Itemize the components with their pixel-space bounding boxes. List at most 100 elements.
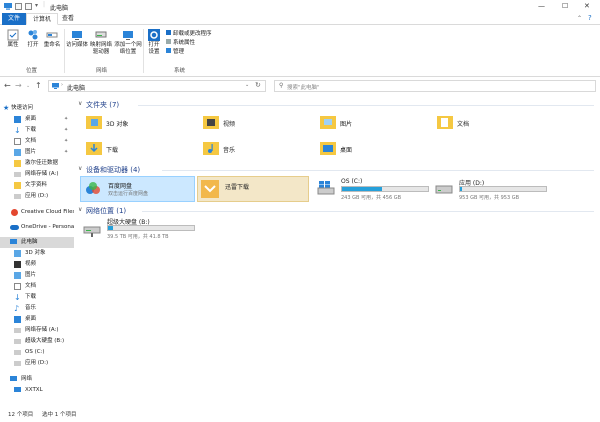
sidebar-item-onedrive[interactable]: OneDrive - Personal — [0, 222, 74, 233]
document-icon — [14, 283, 21, 290]
folder-videos[interactable]: 视频 — [203, 113, 303, 137]
address-dropdown-icon[interactable]: ⌄ — [245, 82, 249, 88]
pin-icon: ✦ — [64, 116, 69, 122]
add-network-location-button[interactable]: 添加一个网络位置 — [114, 29, 142, 56]
sidebar-label: 下载 — [25, 127, 37, 133]
up-icon[interactable]: ↑ — [35, 81, 42, 90]
sidebar-label: 图片 — [25, 149, 37, 155]
sidebar-item-3d-objects[interactable]: 3D 对象 — [0, 248, 74, 259]
sidebar-label: 网络存储 (A:) — [25, 171, 59, 177]
sidebar-item-data-folder[interactable]: 激尔佳迁数据 — [0, 158, 74, 169]
sidebar-item-quick-access[interactable]: ★ 快速访问 — [0, 103, 74, 114]
app-xunlei-download[interactable]: 迅雷下载 — [197, 176, 309, 202]
tab-view[interactable]: 查看 — [56, 13, 80, 25]
collapse-icon[interactable]: ∨ — [78, 206, 82, 213]
access-media-button[interactable]: 访问媒体 — [66, 29, 88, 49]
folder-downloads[interactable]: 下载 — [86, 139, 186, 163]
drive-os-c[interactable]: OS (C:) 243 GB 可用，共 456 GB — [314, 176, 432, 202]
sidebar-item-documents[interactable]: 文档 ✦ — [0, 136, 74, 147]
drive-usage-bar — [459, 186, 547, 192]
map-network-drive-button[interactable]: 映射网络驱动器 — [88, 29, 114, 56]
access-media-label: 访问媒体 — [66, 42, 89, 48]
sidebar-item-network[interactable]: 网络 — [0, 374, 74, 385]
uninstall-program-item[interactable]: 卸载或更改程序 — [166, 30, 212, 39]
pin-icon: ✦ — [64, 127, 69, 133]
tab-file[interactable]: 文件 — [2, 13, 27, 25]
settings-gear-icon — [148, 29, 160, 41]
properties-quick-icon[interactable] — [15, 3, 22, 10]
help-icon[interactable]: ? — [588, 14, 592, 22]
sidebar-item-this-pc[interactable]: 此电脑 — [0, 237, 74, 248]
sidebar-item-downloads[interactable]: ↓ 下载 — [0, 292, 74, 303]
address-chevron-icon[interactable]: › — [61, 82, 63, 88]
sidebar-item-big-drive[interactable]: 超级大硬盘 (B:) — [0, 336, 74, 347]
recent-locations-icon[interactable]: ⌄ — [26, 83, 30, 89]
expand-ribbon-icon[interactable]: ⌃ — [577, 15, 582, 22]
quick-access-dropdown-icon[interactable]: ▾ — [35, 2, 38, 9]
drive-apps-d[interactable]: 应用 (D:) 953 GB 可用，共 953 GB — [432, 176, 550, 202]
rename-button[interactable]: 重命名 — [42, 29, 62, 49]
minimize-icon[interactable]: — — [538, 2, 545, 10]
drive-icon — [14, 361, 21, 366]
manage-item[interactable]: 管理 — [166, 48, 212, 57]
search-input[interactable]: 搜索"此电脑" — [287, 83, 320, 91]
forward-icon[interactable]: → — [15, 81, 22, 90]
new-folder-quick-icon[interactable] — [25, 3, 32, 10]
sidebar-item-network-host[interactable]: XXTXL — [0, 385, 74, 396]
network-drive-b[interactable]: 超级大硬盘 (B:) 39.5 TB 可用，共 41.8 TB — [80, 217, 198, 243]
drive-name: OS (C:) — [341, 178, 363, 185]
sidebar-item-music[interactable]: ♪ 音乐 — [0, 303, 74, 314]
app-baidu-netdisk[interactable]: 百度网盘 双击运行百度网盘 — [80, 176, 195, 202]
sidebar-item-creative-cloud[interactable]: Creative Cloud Files — [0, 207, 74, 218]
sidebar-item-desktop[interactable]: 桌面 ✦ — [0, 114, 74, 125]
sidebar-item-pictures[interactable]: 图片 — [0, 270, 74, 281]
music-note-icon: ♪ — [14, 304, 20, 313]
open-label: 打开 — [27, 42, 39, 48]
drive-usage-fill — [108, 226, 114, 230]
maximize-icon[interactable]: ☐ — [562, 2, 568, 10]
system-properties-item[interactable]: 系统属性 — [166, 39, 212, 48]
sidebar-item-pictures[interactable]: 图片 ✦ — [0, 147, 74, 158]
folder-pictures[interactable]: 图片 — [320, 113, 420, 137]
properties-button[interactable]: 属性 — [4, 29, 22, 49]
sidebar-item-videos[interactable]: 视频 — [0, 259, 74, 270]
folder-download-icon — [86, 142, 102, 155]
folder-3d-objects[interactable]: 3D 对象 — [86, 113, 186, 137]
collapse-icon[interactable]: ∨ — [78, 165, 82, 172]
sidebar-item-os-drive[interactable]: OS (C:) — [0, 347, 74, 358]
computer-icon — [14, 387, 21, 392]
sidebar-item-downloads[interactable]: ↓ 下载 ✦ — [0, 125, 74, 136]
address-bar[interactable]: › 此电脑 ⌄ ↻ — [48, 80, 266, 92]
sidebar-item-apps-drive[interactable]: 应用 (D:) — [0, 191, 74, 202]
pin-icon: ✦ — [64, 138, 69, 144]
tab-computer[interactable]: 计算机 — [26, 13, 59, 25]
ribbon: 属性 打开 重命名 访问媒体 映射网络驱动器 添加一个网络位置 打开设置 卸载或… — [0, 25, 600, 77]
open-icon — [28, 30, 38, 40]
sidebar-item-documents[interactable]: 文档 — [0, 281, 74, 292]
sidebar-label: 3D 对象 — [25, 250, 46, 256]
open-button[interactable]: 打开 — [24, 29, 42, 49]
sidebar-item-desktop[interactable]: 桌面 — [0, 314, 74, 325]
refresh-icon[interactable]: ↻ — [255, 81, 261, 89]
sidebar-label: 音乐 — [25, 305, 37, 311]
folders-header: 文件夹 (7) — [86, 101, 120, 109]
section-divider — [138, 105, 594, 106]
sidebar-item-text-docs[interactable]: 文字资料 — [0, 180, 74, 191]
sidebar-label: 快速访问 — [11, 105, 34, 111]
sidebar-item-apps-drive[interactable]: 应用 (D:) — [0, 358, 74, 369]
folder-desktop[interactable]: 桌面 — [320, 139, 420, 163]
collapse-icon[interactable]: ∨ — [78, 100, 82, 107]
download-arrow-icon: ↓ — [14, 126, 21, 135]
sidebar-item-network-storage[interactable]: 网络存储 (A:) — [0, 325, 74, 336]
sidebar-label: 网络存储 (A:) — [25, 327, 59, 333]
open-settings-button[interactable]: 打开设置 — [145, 29, 163, 56]
close-icon[interactable]: ✕ — [584, 2, 590, 10]
section-divider — [162, 170, 594, 171]
folder-music[interactable]: 音乐 — [203, 139, 303, 163]
search-box[interactable]: ⚲ 搜索"此电脑" — [274, 80, 596, 92]
folder-documents[interactable]: 文档 — [437, 113, 537, 137]
sidebar-item-network-storage[interactable]: 网络存储 (A:) — [0, 169, 74, 180]
back-icon[interactable]: ← — [4, 81, 11, 90]
windows-drive-icon — [317, 181, 335, 195]
ribbon-tabs: 文件 计算机 查看 ⌃ ? — [0, 13, 600, 25]
